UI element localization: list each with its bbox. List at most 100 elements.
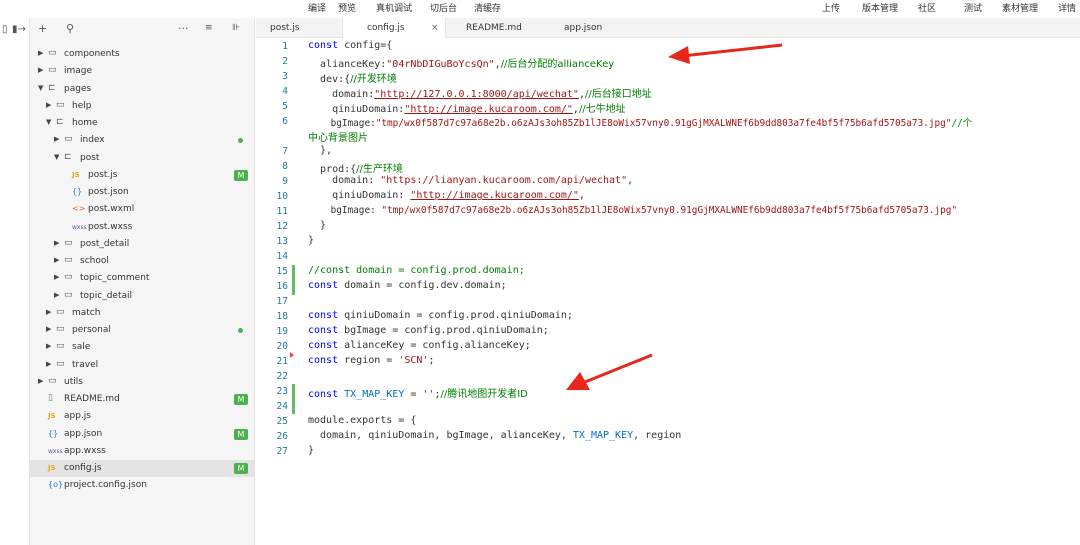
code-line-10: qiniuDomain: "http://image.kucaroom.com/… xyxy=(308,190,585,201)
folder-icon: ▭ xyxy=(64,289,73,300)
tree-item[interactable]: ▶ ▭ help xyxy=(30,98,255,115)
tree-item[interactable]: ▶ ▭ school xyxy=(30,253,255,270)
tree-item-label: post.wxml xyxy=(88,204,135,215)
page-icon[interactable]: ▯ xyxy=(2,24,8,35)
version-management-button[interactable]: 版本管理 xyxy=(862,1,898,14)
activity-bar: ▯ ▮→ xyxy=(0,18,30,545)
chevron-right-icon[interactable]: ▶ xyxy=(54,239,59,247)
line-number: 15 xyxy=(276,266,288,277)
panel-right-icon[interactable]: ▮→ xyxy=(12,24,26,35)
tree-item[interactable]: wxss app.wxss xyxy=(30,443,255,460)
line-number: 25 xyxy=(276,416,288,427)
tree-item[interactable]: ▶ ▭ utils xyxy=(30,374,255,391)
tree-item[interactable]: JS config.js M xyxy=(30,460,255,477)
tree-item[interactable]: ▶ ▭ match xyxy=(30,305,255,322)
chevron-right-icon[interactable]: ▶ xyxy=(46,325,51,333)
tree-item-label: app.wxss xyxy=(64,445,106,456)
file-explorer: + ⚲ ··· ≡ ⊪ ▶ ▭ components ▶ ▭ image ▼ ⊏ pages ▶ ▭… xyxy=(30,18,255,545)
chevron-right-icon[interactable]: ▶ xyxy=(46,360,51,368)
tree-item-label: home xyxy=(72,118,98,128)
chevron-down-icon[interactable]: ▼ xyxy=(38,84,43,92)
layout-icon[interactable]: ⊪ xyxy=(232,23,240,33)
code-line-7: }, xyxy=(308,145,333,156)
chevron-right-icon[interactable]: ▶ xyxy=(54,135,59,143)
tree-item[interactable]: ▯ README.md M xyxy=(30,391,255,408)
test-button[interactable]: 测试 xyxy=(964,1,982,14)
preview-button[interactable]: 预览 xyxy=(338,1,356,14)
tree-item[interactable]: ▼ ⊏ home xyxy=(30,115,255,132)
tab-app-json[interactable]: app.json xyxy=(542,18,642,38)
wxss-file-icon: wxss xyxy=(72,223,87,231)
chevron-right-icon[interactable]: ▶ xyxy=(54,273,59,281)
tree-item[interactable]: {o} project.config.json xyxy=(30,477,255,494)
tree-item[interactable]: {} post.json xyxy=(30,184,255,201)
tree-item[interactable]: ▶ ▭ sale xyxy=(30,339,255,356)
clear-cache-button[interactable]: 清缓存 xyxy=(474,1,501,14)
tab-label: app.json xyxy=(564,23,603,33)
chevron-right-icon[interactable]: ▶ xyxy=(46,101,51,109)
line-number: 23 xyxy=(276,386,288,397)
tree-item-label: index xyxy=(80,135,105,146)
line-number: 1 xyxy=(282,41,288,52)
assets-button[interactable]: 素材管理 xyxy=(1002,1,1038,14)
chevron-down-icon[interactable]: ▼ xyxy=(54,153,59,161)
close-icon[interactable]: × xyxy=(431,18,439,38)
folder-icon: ▭ xyxy=(56,99,65,110)
more-icon[interactable]: ··· xyxy=(178,22,189,35)
background-button[interactable]: 切后台 xyxy=(430,1,457,14)
real-device-debug-button[interactable]: 真机调试 xyxy=(376,1,412,14)
chevron-right-icon[interactable]: ▶ xyxy=(54,256,59,264)
code-line-4: domain:"http://127.0.0.1:8000/api/wechat… xyxy=(308,89,652,100)
add-icon[interactable]: + xyxy=(38,22,47,35)
tab-config-js[interactable]: config.js × xyxy=(342,18,446,38)
modified-badge: M xyxy=(234,394,248,405)
folder-icon: ▭ xyxy=(64,237,73,248)
tree-item[interactable]: ▶ ▭ topic_comment xyxy=(30,270,255,287)
tree-item[interactable]: JS post.js M xyxy=(30,167,255,184)
chevron-right-icon[interactable]: ▶ xyxy=(38,66,43,74)
tree-item[interactable]: ▼ ⊏ post xyxy=(30,150,255,167)
tab-readme-md[interactable]: README.md xyxy=(446,18,542,38)
tree-item[interactable]: ▶ ▭ topic_detail xyxy=(30,288,255,305)
tree-item[interactable]: ▶ ▭ travel xyxy=(30,357,255,374)
community-button[interactable]: 社区 xyxy=(918,1,936,14)
tree-item[interactable]: ▼ ⊏ pages xyxy=(30,81,255,98)
tree-item-label: app.js xyxy=(64,411,91,422)
compile-button[interactable]: 编译 xyxy=(308,1,326,14)
tree-item[interactable]: JS app.js xyxy=(30,408,255,425)
tree-item[interactable]: ▶ ▭ index xyxy=(30,132,255,149)
modified-badge: M xyxy=(234,169,248,181)
chevron-right-icon[interactable]: ▶ xyxy=(54,291,59,299)
tree-item[interactable]: wxss post.wxss xyxy=(30,219,255,236)
tree-item[interactable]: ▶ ▭ personal xyxy=(30,322,255,339)
chevron-right-icon[interactable]: ▶ xyxy=(38,49,43,57)
tree-item[interactable]: ▶ ▭ components xyxy=(30,46,255,63)
details-button[interactable]: 详情 xyxy=(1058,1,1076,14)
tree-item-label: pages xyxy=(64,83,92,94)
line-number: 21 xyxy=(276,356,288,367)
chevron-right-icon[interactable]: ▶ xyxy=(46,342,51,350)
code-line-23: const TX_MAP_KEY = '';//腾讯地图开发者ID xyxy=(308,389,528,400)
project-config-icon: {o} xyxy=(48,480,64,490)
folder-icon: ▭ xyxy=(56,341,65,352)
upload-button[interactable]: 上传 xyxy=(822,1,840,14)
code-editor[interactable]: 1 2 3 4 5 6 7 8 9 10 11 12 13 14 15 16 17 18 19 20 21 22 23 24 2… xyxy=(256,38,1080,545)
modified-badge: M xyxy=(234,428,248,440)
tree-item[interactable]: <> post.wxml xyxy=(30,201,255,218)
tree-item-label: app.json xyxy=(64,428,103,439)
document-icon: ▯ xyxy=(48,393,53,403)
tab-post-js[interactable]: post.js xyxy=(256,18,342,38)
chevron-right-icon[interactable]: ▶ xyxy=(38,377,43,385)
wxml-file-icon: <> xyxy=(72,204,86,214)
tree-item[interactable]: ▶ ▭ image xyxy=(30,63,255,80)
folder-icon: ▭ xyxy=(48,65,57,76)
tree-item[interactable]: {} app.json M xyxy=(30,426,255,443)
chevron-right-icon[interactable]: ▶ xyxy=(46,308,51,316)
chevron-down-icon[interactable]: ▼ xyxy=(46,118,51,126)
tree-item-label: post xyxy=(80,152,100,163)
tree-item-label: components xyxy=(64,49,120,59)
search-icon[interactable]: ⚲ xyxy=(66,22,74,35)
tree-item[interactable]: ▶ ▭ post_detail xyxy=(30,236,255,253)
collapse-icon[interactable]: ≡ xyxy=(205,23,213,33)
code-line-13: } xyxy=(308,235,315,246)
